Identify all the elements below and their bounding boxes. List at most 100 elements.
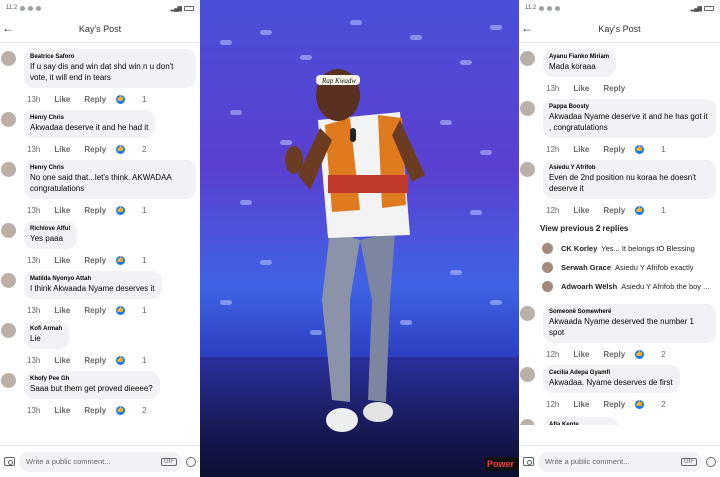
avatar[interactable] xyxy=(542,281,553,292)
comment-time: 13h xyxy=(27,205,41,215)
like-button[interactable]: Like xyxy=(54,95,70,104)
replier-name[interactable]: CK Korley xyxy=(561,244,597,253)
commenter-name[interactable]: Henry Chris xyxy=(30,164,189,172)
reply-button[interactable]: Reply xyxy=(84,306,106,315)
reply-button[interactable]: Reply xyxy=(84,406,106,415)
reaction-count[interactable]: 👍 1 xyxy=(116,255,160,265)
avatar[interactable] xyxy=(520,101,535,116)
comment-bubble[interactable]: Henry Chris Akwadaa deserve it and he had… xyxy=(24,110,156,138)
reply-button[interactable]: Reply xyxy=(84,145,106,154)
like-button[interactable]: Like xyxy=(54,145,70,154)
reply-button[interactable]: Reply xyxy=(603,206,625,215)
avatar[interactable] xyxy=(520,162,535,177)
commenter-name[interactable]: Richlove Afful xyxy=(30,225,70,233)
reaction-count[interactable]: 👍 1 xyxy=(116,205,160,215)
commenter-name[interactable]: Beatrice Saforo xyxy=(30,53,189,61)
like-button[interactable]: Like xyxy=(54,406,70,415)
like-button[interactable]: Like xyxy=(54,256,70,265)
comment-time: 13h xyxy=(27,305,41,315)
avatar[interactable] xyxy=(520,306,535,321)
comment-time: 13h xyxy=(27,405,41,415)
comment-bubble[interactable]: Ayanu Fianko Miriam Mada koraaa xyxy=(543,49,617,77)
reaction-count[interactable]: 👍 2 xyxy=(116,144,160,154)
avatar[interactable] xyxy=(1,51,16,66)
replier-name[interactable]: Adwoarh Wëlsh xyxy=(561,282,617,291)
avatar[interactable] xyxy=(1,112,16,127)
camera-icon[interactable] xyxy=(4,457,15,466)
reaction-count[interactable]: 👍 1 xyxy=(635,144,679,154)
comment-bubble[interactable]: Khofy Pee Gh Saaa but them get proved die… xyxy=(24,371,160,399)
reaction-count[interactable]: 👍 2 xyxy=(116,405,160,415)
reply-item[interactable]: Serwah Grace Asiedu Y Afrifob exactly xyxy=(519,258,720,277)
like-button[interactable]: Like xyxy=(54,356,70,365)
reaction-count[interactable]: 👍 1 xyxy=(116,355,160,365)
comment-bubble[interactable]: Asiedu Y Afrifob Even de 2nd position nu … xyxy=(543,160,716,199)
emoji-icon[interactable] xyxy=(186,456,196,467)
reply-button[interactable]: Reply xyxy=(84,95,106,104)
reply-button[interactable]: Reply xyxy=(84,256,106,265)
like-button[interactable]: Like xyxy=(573,84,589,93)
avatar[interactable] xyxy=(520,419,535,425)
back-arrow-icon[interactable]: ← xyxy=(521,21,533,35)
replier-name[interactable]: Serwah Grace xyxy=(561,263,611,272)
gif-button[interactable]: GIF xyxy=(681,457,697,466)
comment-actions: 12h Like Reply 👍 1 xyxy=(543,138,716,160)
reply-item[interactable]: Adwoarh Wëlsh Asiedu Y Afrifob the boy ..… xyxy=(519,277,720,296)
avatar[interactable] xyxy=(542,262,553,273)
commenter-name[interactable]: Matilda Nyonyo Attah xyxy=(30,275,155,283)
reaction-count[interactable]: 👍 1 xyxy=(635,205,679,215)
commenter-name[interactable]: Khofy Pee Gh xyxy=(30,375,153,383)
like-button[interactable]: Like xyxy=(573,145,589,154)
reaction-count[interactable]: 👍 1 xyxy=(116,94,160,104)
comment-bubble[interactable]: Cecilia Adepa Gyamfi Akwadaa. Nyame deser… xyxy=(543,365,680,393)
gif-button[interactable]: GIF xyxy=(161,457,177,466)
back-arrow-icon[interactable]: ← xyxy=(2,21,14,35)
comment-input[interactable]: Write a public comment... GIF xyxy=(19,451,182,472)
comment-bubble[interactable]: Afia KenteRaymond Nyarko xyxy=(543,417,618,425)
avatar[interactable] xyxy=(542,243,553,254)
reaction-count[interactable]: 👍 2 xyxy=(635,349,679,359)
avatar[interactable] xyxy=(520,51,535,66)
like-button[interactable]: Like xyxy=(573,206,589,215)
comment-bubble[interactable]: Richlove Afful Yes paaa xyxy=(24,221,78,249)
commenter-name[interactable]: Kofi Armah xyxy=(30,325,62,333)
reaction-count[interactable]: 👍 1 xyxy=(116,305,160,315)
comment-bubble[interactable]: Matilda Nyonyo Attah I think Akwaada Nyam… xyxy=(24,271,162,299)
like-button[interactable]: Like xyxy=(573,400,589,409)
avatar[interactable] xyxy=(1,323,16,338)
comment-composer: Write a public comment... GIF xyxy=(519,445,720,477)
reply-button[interactable]: Reply xyxy=(84,206,106,215)
reply-button[interactable]: Reply xyxy=(84,356,106,365)
avatar[interactable] xyxy=(1,273,16,288)
view-previous-replies-link[interactable]: View previous 2 replies xyxy=(519,221,720,239)
comment-bubble[interactable]: Someonë Somewherë Akwaada Nyame deserved … xyxy=(543,304,716,343)
like-button[interactable]: Like xyxy=(54,206,70,215)
like-button[interactable]: Like xyxy=(573,350,589,359)
reply-button[interactable]: Reply xyxy=(603,145,625,154)
reaction-number: 1 xyxy=(661,144,666,154)
reaction-count[interactable]: 👍 2 xyxy=(635,399,679,409)
comment-input[interactable]: Write a public comment... GIF xyxy=(538,451,702,472)
comment-bubble[interactable]: Henry Chris No one said that...let's thin… xyxy=(24,160,196,199)
comment-bubble[interactable]: Beatrice Saforo If u say dis and win dat … xyxy=(24,49,196,88)
commenter-name[interactable]: Cecilia Adepa Gyamfi xyxy=(549,369,673,377)
commenter-name[interactable]: Asiedu Y Afrifob xyxy=(549,164,709,172)
reply-item[interactable]: CK Korley Yes... It belongs tO Blessing xyxy=(519,239,720,258)
commenter-name[interactable]: Someonë Somewherë xyxy=(549,308,709,316)
avatar[interactable] xyxy=(1,162,16,177)
emoji-icon[interactable] xyxy=(706,456,716,467)
reply-button[interactable]: Reply xyxy=(603,350,625,359)
reply-button[interactable]: Reply xyxy=(603,84,625,93)
comment-bubble[interactable]: Kofi Armah Lie xyxy=(24,321,70,349)
avatar[interactable] xyxy=(1,223,16,238)
commenter-name[interactable]: Ayanu Fianko Miriam xyxy=(549,53,609,61)
commenter-name[interactable]: Pappa Boosty xyxy=(549,103,709,111)
commenter-name[interactable]: Afia Kente xyxy=(549,421,611,425)
avatar[interactable] xyxy=(1,373,16,388)
like-button[interactable]: Like xyxy=(54,306,70,315)
comment-bubble[interactable]: Pappa Boosty Akwadaa Nyame deserve it and… xyxy=(543,99,716,138)
reply-button[interactable]: Reply xyxy=(603,400,625,409)
commenter-name[interactable]: Henry Chris xyxy=(30,114,148,122)
avatar[interactable] xyxy=(520,367,535,382)
camera-icon[interactable] xyxy=(523,457,534,466)
